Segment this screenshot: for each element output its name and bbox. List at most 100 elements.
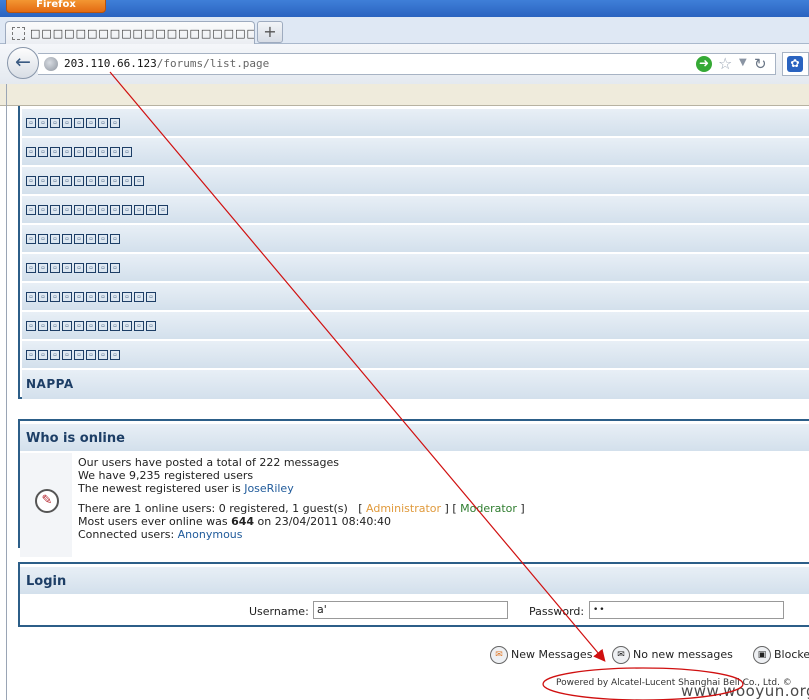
missing-glyph-icon: ▫	[134, 321, 144, 331]
category-name[interactable]: ▫ ▫ ▫ ▫ ▫ ▫ ▫ ▫	[26, 234, 120, 244]
forum-category-row[interactable]: ▫ ▫ ▫ ▫ ▫ ▫ ▫ ▫ ▫	[22, 138, 809, 166]
category-name[interactable]: ▫ ▫ ▫ ▫ ▫ ▫ ▫ ▫ ▫ ▫ ▫	[26, 292, 156, 302]
missing-glyph-icon: ▫	[110, 147, 120, 157]
panel-title: Login	[26, 574, 67, 589]
category-name[interactable]: ▫ ▫ ▫ ▫ ▫ ▫ ▫ ▫ ▫	[26, 147, 132, 157]
missing-glyph-icon: ▫	[122, 147, 132, 157]
missing-glyph-icon: ▫	[98, 321, 108, 331]
forum-category-row[interactable]: ▫ ▫ ▫ ▫ ▫ ▫ ▫ ▫	[22, 341, 809, 369]
username-field[interactable]: a'	[313, 601, 508, 619]
anonymous-user-link[interactable]: Anonymous	[178, 528, 243, 541]
missing-glyph-icon: ▫	[26, 292, 36, 302]
panel-header: Who is online	[20, 421, 809, 451]
missing-glyph-icon: ▫	[134, 205, 144, 215]
missing-glyph-icon: ▫	[26, 205, 36, 215]
missing-glyph-icon: ▫	[74, 263, 84, 273]
category-name[interactable]: ▫ ▫ ▫ ▫ ▫ ▫ ▫ ▫ ▫ ▫ ▫ ▫	[26, 205, 168, 215]
missing-glyph-icon: ▫	[62, 176, 72, 186]
bracket-end: ]	[516, 502, 525, 515]
bookmark-star-icon[interactable]: ☆	[718, 54, 732, 73]
category-name[interactable]: ▫ ▫ ▫ ▫ ▫ ▫ ▫ ▫	[26, 118, 120, 128]
missing-glyph-icon: ▫	[26, 350, 36, 360]
missing-glyph-icon: ▫	[86, 234, 96, 244]
forum-category-row[interactable]: ▫ ▫ ▫ ▫ ▫ ▫ ▫ ▫ ▫ ▫	[22, 167, 809, 195]
back-button[interactable]: ←	[7, 47, 39, 79]
no-new-messages-icon: ✉	[612, 646, 630, 664]
search-engine-button[interactable]: ✿	[782, 52, 809, 76]
missing-glyph-icon: ▫	[38, 118, 48, 128]
missing-glyph-icon: ▫	[110, 205, 120, 215]
browser-tab[interactable]: □□□□□□□□□□□□□□□□□□□□□□...	[5, 21, 255, 45]
missing-glyph-icon: ▫	[98, 263, 108, 273]
missing-glyph-icon: ▫	[62, 234, 72, 244]
missing-glyph-icon: ▫	[50, 292, 60, 302]
total-messages-text: Our users have posted a total of 222 mes…	[78, 456, 340, 469]
go-icon[interactable]: ➜	[696, 56, 712, 72]
missing-glyph-icon: ▫	[86, 292, 96, 302]
missing-glyph-icon: ▫	[62, 147, 72, 157]
moderator-link[interactable]: Moderator	[460, 502, 517, 515]
back-arrow-icon: ←	[15, 51, 31, 73]
page-content: ▫ ▫ ▫ ▫ ▫ ▫ ▫ ▫ ▫ ▫ ▫ ▫ ▫ ▫ ▫ ▫ ▫ ▫ ▫ ▫ ▫ ▫ ▫ ▫ ▫ ▫ ▫ ▫ ▫ ▫ ▫ ▫ ▫ ▫ ▫ ▫ ▫ ▫ ▫ ▫…	[7, 106, 809, 700]
missing-glyph-icon: ▫	[110, 292, 120, 302]
forum-category-row[interactable]: ▫ ▫ ▫ ▫ ▫ ▫ ▫ ▫	[22, 225, 809, 253]
watermark: www.wooyun.org	[681, 682, 809, 700]
newest-user-text: The newest registered user is JoseRiley	[78, 482, 294, 495]
category-name[interactable]: ▫ ▫ ▫ ▫ ▫ ▫ ▫ ▫	[26, 263, 120, 273]
tab-title: □□□□□□□□□□□□□□□□□□□□□□...	[30, 27, 254, 40]
legend-no-new-messages: ✉ No new messages	[612, 646, 733, 664]
missing-glyph-icon: ▫	[50, 118, 60, 128]
category-name[interactable]: NAPPA	[26, 377, 74, 391]
missing-glyph-icon: ▫	[86, 205, 96, 215]
forum-category-row[interactable]: ▫ ▫ ▫ ▫ ▫ ▫ ▫ ▫ ▫ ▫ ▫ ▫	[22, 196, 809, 224]
missing-glyph-icon: ▫	[62, 292, 72, 302]
category-name[interactable]: ▫ ▫ ▫ ▫ ▫ ▫ ▫ ▫	[26, 350, 120, 360]
forum-category-row[interactable]: ▫ ▫ ▫ ▫ ▫ ▫ ▫ ▫	[22, 254, 809, 282]
missing-glyph-icon: ▫	[146, 321, 156, 331]
missing-glyph-icon: ▫	[74, 118, 84, 128]
address-bar[interactable]: 203.110.66.123/forums/list.page ➜ ☆ ▼ ↻	[38, 53, 776, 75]
chevron-down-icon[interactable]: ▼	[739, 57, 747, 68]
newest-user-link[interactable]: JoseRiley	[244, 482, 294, 495]
missing-glyph-icon: ▫	[98, 292, 108, 302]
paw-icon: ✿	[787, 56, 803, 72]
bracket-separator: ] [	[441, 502, 461, 515]
missing-glyph-icon: ▫	[26, 147, 36, 157]
missing-glyph-icon: ▫	[50, 234, 60, 244]
forum-category-row[interactable]: ▫ ▫ ▫ ▫ ▫ ▫ ▫ ▫ ▫ ▫ ▫	[22, 312, 809, 340]
missing-glyph-icon: ▫	[122, 205, 132, 215]
administrator-link[interactable]: Administrator	[366, 502, 441, 515]
reload-icon[interactable]: ↻	[754, 55, 767, 73]
missing-glyph-icon: ▫	[86, 350, 96, 360]
missing-glyph-icon: ▫	[50, 176, 60, 186]
missing-glyph-icon: ▫	[26, 321, 36, 331]
missing-glyph-icon: ▫	[110, 350, 120, 360]
new-tab-button[interactable]: +	[257, 21, 283, 43]
missing-glyph-icon: ▫	[38, 263, 48, 273]
missing-glyph-icon: ▫	[50, 147, 60, 157]
missing-glyph-icon: ▫	[158, 205, 168, 215]
forum-category-row[interactable]: ▫ ▫ ▫ ▫ ▫ ▫ ▫ ▫ ▫ ▫ ▫	[22, 283, 809, 311]
category-name[interactable]: ▫ ▫ ▫ ▫ ▫ ▫ ▫ ▫ ▫ ▫	[26, 176, 144, 186]
missing-glyph-icon: ▫	[98, 205, 108, 215]
most-online-text: Most users ever online was 644 on 23/04/…	[78, 515, 391, 528]
panel-header: Login	[20, 564, 809, 594]
url-path: /forums/list.page	[156, 57, 270, 70]
window-titlebar: Firefox	[0, 0, 809, 17]
category-name[interactable]: ▫ ▫ ▫ ▫ ▫ ▫ ▫ ▫ ▫ ▫ ▫	[26, 321, 156, 331]
missing-glyph-icon: ▫	[50, 321, 60, 331]
password-field[interactable]: ••	[589, 601, 784, 619]
missing-glyph-icon: ▫	[98, 118, 108, 128]
missing-glyph-icon: ▫	[26, 263, 36, 273]
url-host: 203.110.66.123	[64, 57, 157, 70]
forum-category-row[interactable]: ▫ ▫ ▫ ▫ ▫ ▫ ▫ ▫	[22, 109, 809, 137]
no-new-messages-label: No new messages	[633, 648, 733, 661]
forum-category-row[interactable]: NAPPA	[22, 370, 809, 400]
firefox-menu-button[interactable]: Firefox	[6, 0, 106, 13]
missing-glyph-icon: ▫	[38, 147, 48, 157]
missing-glyph-icon: ▫	[62, 321, 72, 331]
missing-glyph-icon: ▫	[146, 205, 156, 215]
new-messages-icon: ✉	[490, 646, 508, 664]
missing-glyph-icon: ▫	[50, 205, 60, 215]
missing-glyph-icon: ▫	[62, 350, 72, 360]
